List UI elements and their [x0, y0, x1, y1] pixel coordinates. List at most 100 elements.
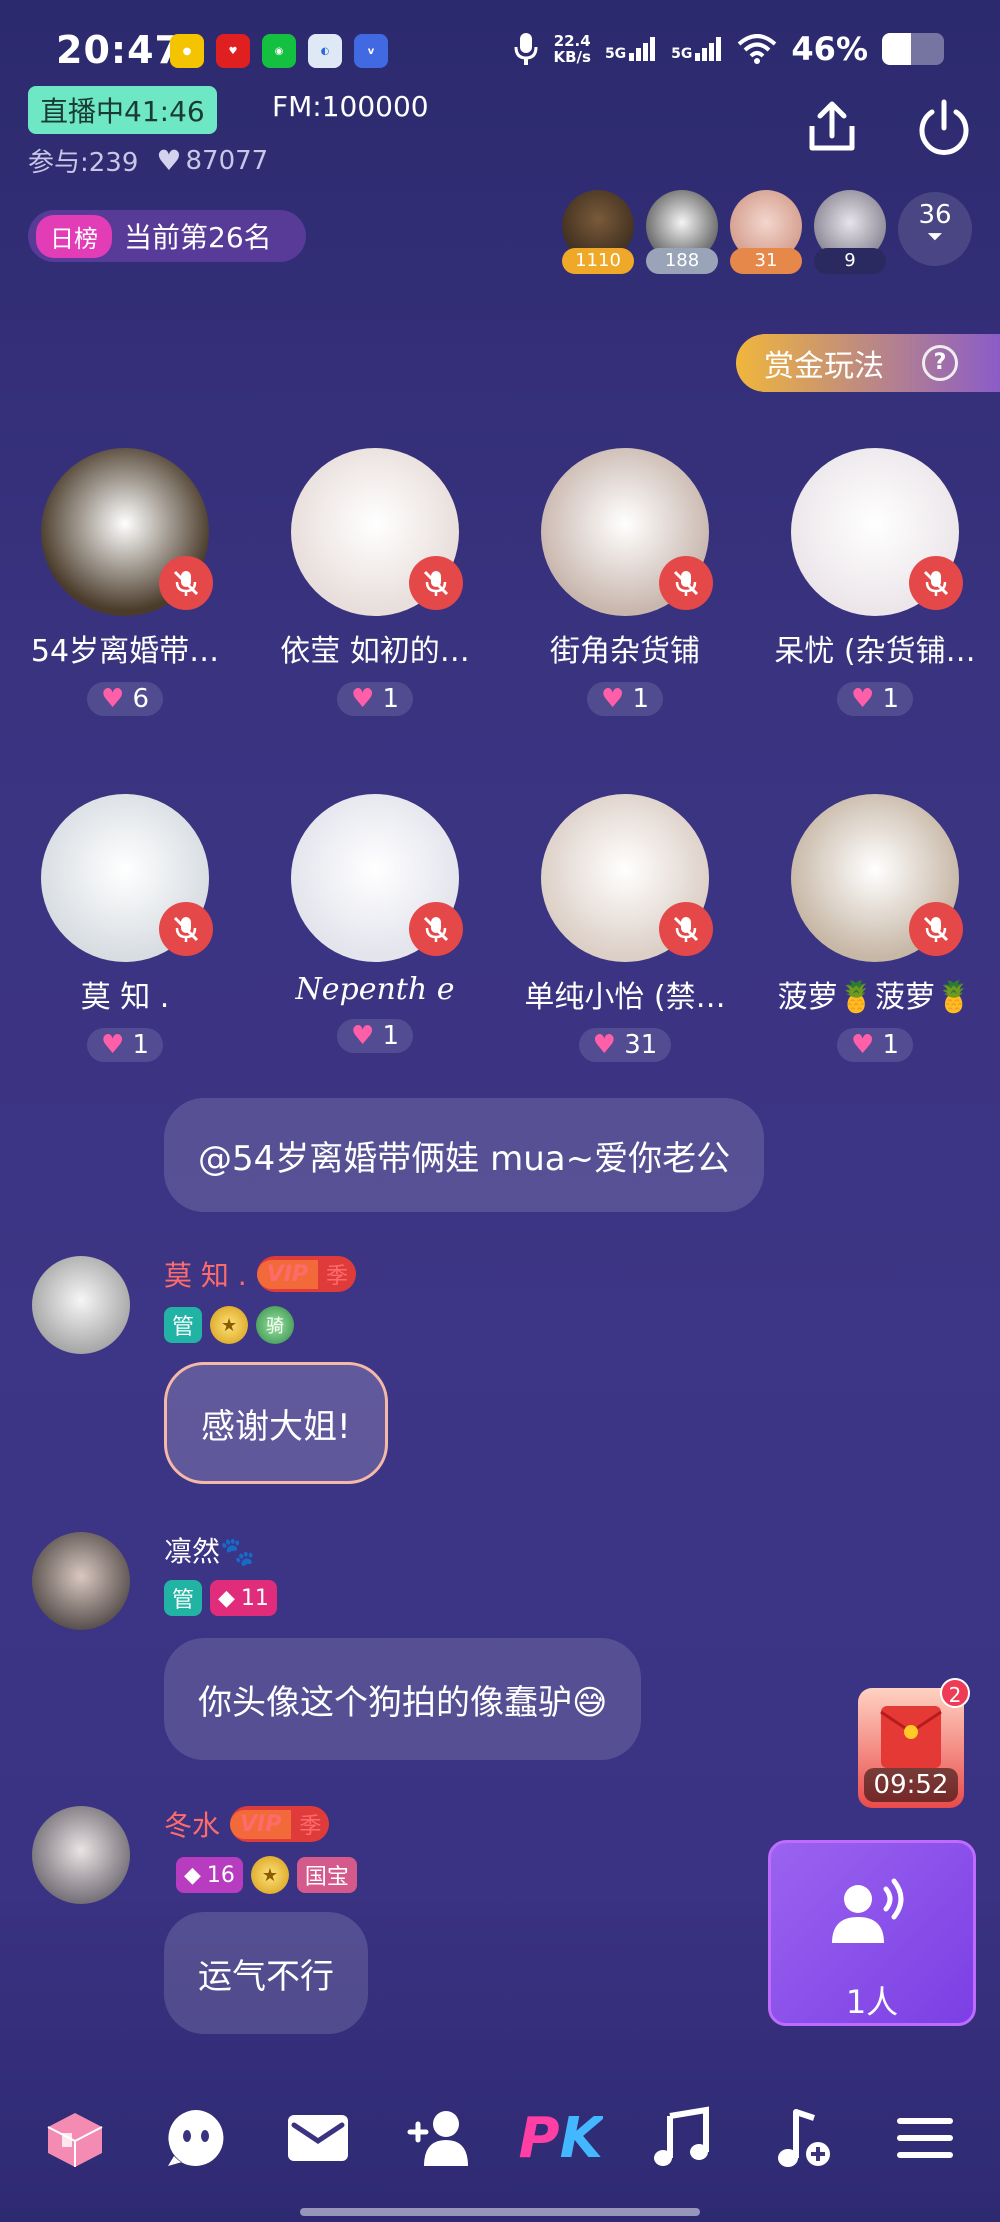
net-speed-value: 22.4: [553, 32, 591, 50]
seat-name: 莫 知 .: [80, 980, 170, 1015]
seat-avatar-wrap: [41, 448, 213, 616]
mic-seat[interactable]: 单纯小怡 (禁… ♥ 31: [500, 794, 750, 1062]
seat-likes: ♥ 1: [586, 682, 664, 716]
music-add-button[interactable]: [764, 2098, 844, 2178]
voice-queue-button[interactable]: 1人: [768, 1840, 976, 2026]
mic-seat[interactable]: 依莹 如初的… ♥ 1: [250, 448, 500, 716]
chat-username[interactable]: 冬水 VIP 季: [164, 1804, 330, 1844]
chat-avatar[interactable]: [32, 1806, 130, 1904]
seat-likes: ♥ 1: [336, 1019, 414, 1053]
power-icon: [919, 99, 969, 155]
mic-muted-icon: [159, 556, 213, 610]
battery-percent: 46%: [791, 30, 868, 68]
chat-username[interactable]: 凛然🐾: [164, 1530, 255, 1570]
seat-avatar-wrap: [41, 794, 213, 962]
red-packet-button[interactable]: 2 09:52: [858, 1678, 970, 1808]
viewer-avatar[interactable]: 1110: [560, 190, 636, 280]
chat-username[interactable]: 莫 知 . VIP 季: [164, 1254, 357, 1294]
level-value: 11: [240, 1585, 269, 1611]
wifi-icon: [738, 34, 777, 64]
home-indicator[interactable]: [300, 2208, 700, 2216]
chat-face-button[interactable]: [156, 2098, 236, 2178]
exit-button[interactable]: [912, 96, 976, 160]
seat-avatar-wrap: [291, 448, 463, 616]
system-message: @54岁离婚带俩娃 mua~爱你老公: [164, 1098, 765, 1212]
status-right: 22.4 KB/s 5G 5G 46%: [513, 30, 944, 68]
ride-badge: 骑: [256, 1306, 295, 1344]
heart-icon: ♥: [850, 684, 875, 714]
mic-seat[interactable]: 菠萝🍍菠萝🍍 ♥ 1: [750, 794, 1000, 1062]
mic-muted-icon: [909, 556, 963, 610]
sim1-label: 5G: [604, 46, 627, 62]
seat-likes-count: 31: [624, 1030, 658, 1060]
viewer-avatar[interactable]: 188: [644, 190, 720, 280]
chat-text: 感谢大姐!: [201, 1406, 351, 1447]
chat-avatar[interactable]: [32, 1532, 130, 1630]
mic-seat[interactable]: 呆忧 (杂货铺… ♥ 1: [750, 448, 1000, 716]
viewer-contribution-badge: 31: [730, 248, 802, 274]
seat-likes-count: 1: [382, 684, 400, 714]
chat-text: 运气不行: [198, 1956, 334, 1997]
room-stats: 参与:239 ♥ 87077: [28, 142, 268, 179]
seat-likes: ♥ 6: [86, 682, 164, 716]
bounty-label: 赏金玩法: [764, 349, 884, 384]
bounty-game-button[interactable]: 赏金玩法 ?: [736, 334, 1000, 392]
heart-icon: ♥: [600, 684, 625, 714]
heart-icon: ♥: [350, 684, 375, 714]
seat-name: 呆忧 (杂货铺…: [774, 634, 976, 669]
seat-avatar-wrap: [541, 794, 713, 962]
mic-seat[interactable]: 莫 知 . ♥ 1: [0, 794, 250, 1062]
coin-badge-icon: ★: [250, 1856, 289, 1894]
share-button[interactable]: [800, 96, 864, 160]
seat-likes: ♥ 1: [336, 682, 414, 716]
sim2-label: 5G: [671, 46, 693, 62]
bottom-toolbar: PK: [0, 2098, 1000, 2178]
chat-bubble: 你头像这个狗拍的像蠢驴😅: [164, 1638, 642, 1760]
seat-name: 54岁离婚带…: [30, 634, 220, 669]
seat-likes-count: 6: [132, 684, 150, 714]
seat-name: Nepenth e: [295, 972, 455, 1007]
vip-season: 季: [326, 1264, 349, 1289]
seat-likes-count: 1: [132, 1030, 150, 1060]
signal-1: 5G: [605, 37, 657, 61]
seat-likes-count: 1: [882, 684, 900, 714]
chat-face-icon: [168, 2110, 224, 2166]
heart-icon: ♥: [156, 144, 182, 177]
level-tag: ◆ 16: [176, 1857, 243, 1893]
mic-seat[interactable]: 54岁离婚带… ♥ 6: [0, 448, 250, 716]
pk-button[interactable]: PK: [519, 2098, 603, 2178]
mic-seat[interactable]: Nepenth e ♥ 1: [250, 794, 500, 1053]
seat-name: 单纯小怡 (禁…: [524, 980, 726, 1015]
vip-label: VIP: [230, 1809, 292, 1839]
home-3d-button[interactable]: [35, 2098, 115, 2178]
seat-avatar-wrap: [541, 448, 713, 616]
top-viewers: 1110 188 31 9: [560, 190, 888, 280]
online-count-button[interactable]: 36 ⏷: [898, 192, 972, 266]
seat-likes-count: 1: [632, 684, 650, 714]
seat-likes: ♥ 1: [836, 682, 914, 716]
menu-button[interactable]: [885, 2098, 965, 2178]
mail-button[interactable]: [278, 2098, 358, 2178]
music-button[interactable]: [642, 2098, 722, 2178]
rank-text: 当前第26名: [124, 221, 272, 254]
admin-tag: 管: [164, 1307, 203, 1343]
viewer-avatar[interactable]: 9: [812, 190, 888, 280]
add-friend-button[interactable]: [399, 2098, 479, 2178]
battery-icon: [882, 33, 944, 65]
viewer-contribution-badge: 9: [814, 248, 886, 274]
red-packet-timer: 09:52: [864, 1768, 958, 1802]
help-icon[interactable]: ?: [922, 345, 958, 381]
viewer-avatar[interactable]: 31: [728, 190, 804, 280]
chat-avatar[interactable]: [32, 1256, 130, 1354]
music-add-icon: [777, 2109, 830, 2167]
vip-label: VIP: [256, 1259, 319, 1289]
mic-seat[interactable]: 街角杂货铺 ♥ 1: [500, 448, 750, 716]
vip-badge: VIP 季: [230, 1806, 330, 1842]
app-notification-icon: ●: [170, 34, 204, 68]
system-message-text: @54岁离婚带俩娃 mua~爱你老公: [198, 1138, 731, 1179]
heart-icon: ♥: [350, 1021, 375, 1051]
daily-rank-pill[interactable]: 日榜 当前第26名: [28, 210, 306, 262]
seat-avatar-wrap: [791, 448, 963, 616]
add-friend-icon: [407, 2111, 469, 2166]
seat-likes: ♥ 1: [836, 1028, 914, 1062]
